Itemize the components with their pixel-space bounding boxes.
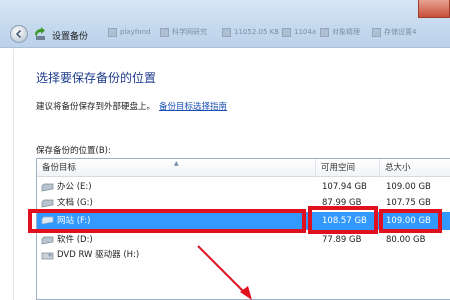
left-rail <box>0 49 14 300</box>
drive-name: DVD RW 驱动器 (H:) <box>57 250 140 260</box>
close-button[interactable] <box>418 0 450 18</box>
app-icon <box>108 27 117 37</box>
app-icon <box>282 27 291 37</box>
column-header-total[interactable]: 总大小 <box>380 159 450 177</box>
app-icon <box>160 27 169 37</box>
annotation-arrow-icon <box>197 245 252 300</box>
taskbar-item: playfond <box>108 25 150 39</box>
total-size: 80.00 GB <box>386 235 426 245</box>
dvd-drive-icon <box>41 252 54 260</box>
annotation-box-name <box>28 209 306 233</box>
drive-name: 软件 (D:) <box>57 235 93 245</box>
backup-app-icon <box>35 27 45 40</box>
app-icon <box>320 27 329 37</box>
taskbar-item: 存储设置4 <box>372 25 416 39</box>
app-icon <box>222 27 231 37</box>
list-header: 备份目标 ▲ 可用空间 总大小 <box>37 159 450 177</box>
back-arrow-icon <box>15 29 22 39</box>
list-label: 保存备份的位置(B): <box>36 146 111 156</box>
hint-text: 建议将备份保存到外部硬盘上。 备份目标选择指南 <box>36 100 227 112</box>
drive-name: 办公 (E:) <box>57 182 92 192</box>
app-icon <box>372 27 381 37</box>
annotation-box-free <box>308 206 378 234</box>
page-heading: 选择要保存备份的位置 <box>36 71 157 85</box>
column-header-free[interactable]: 可用空间 <box>316 159 380 177</box>
list-row-e[interactable]: 办公 (E:) 107.94 GB 109.00 GB <box>37 180 450 195</box>
hard-drive-icon <box>41 199 54 208</box>
total-size: 109.00 GB <box>386 182 431 192</box>
taskbar-item: 科学网研究 <box>160 25 207 39</box>
free-space: 107.94 GB <box>322 182 367 192</box>
hint-label: 建议将备份保存到外部硬盘上。 <box>36 102 156 112</box>
free-space: 77.89 GB <box>322 235 362 245</box>
title-bar: 设置备份 playfond 科学网研究 11052.05 KB 1104a 对象… <box>0 0 450 48</box>
taskbar-item: 对象精理 <box>320 25 360 39</box>
back-button[interactable] <box>10 25 28 43</box>
hard-drive-icon <box>41 183 54 192</box>
annotation-box-total <box>379 209 442 233</box>
taskbar-item: 11052.05 KB <box>222 25 279 39</box>
window-title: 设置备份 <box>52 32 89 42</box>
backup-guide-link[interactable]: 备份目标选择指南 <box>159 102 227 112</box>
sort-arrow-icon: ▲ <box>174 160 179 167</box>
taskbar-item: 1104a <box>282 25 316 39</box>
hard-drive-icon <box>41 236 54 245</box>
